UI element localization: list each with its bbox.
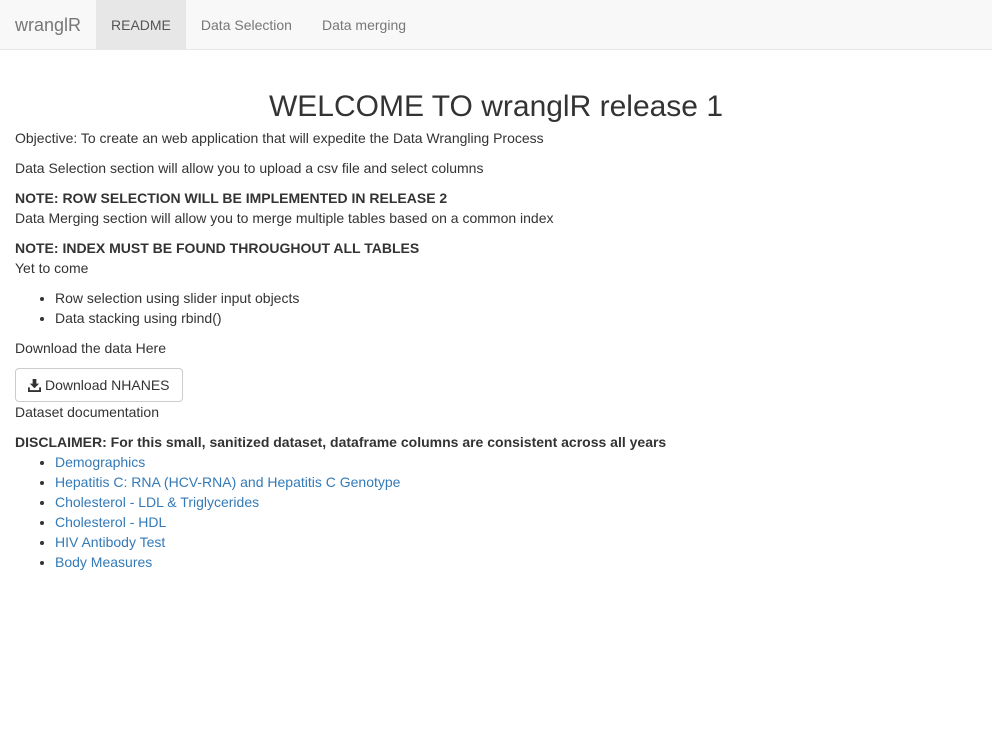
download-button-label: Download NHANES: [45, 377, 170, 393]
list-item: Row selection using slider input objects: [55, 288, 977, 308]
note-row-selection: NOTE: ROW SELECTION WILL BE IMPLEMENTED …: [15, 190, 448, 206]
objective-text: Objective: To create an web application …: [15, 130, 544, 146]
yet-to-come-label: Yet to come: [15, 260, 89, 276]
link-body-measures[interactable]: Body Measures: [55, 554, 152, 570]
disclaimer-text: DISCLAIMER: For this small, sanitized da…: [15, 434, 667, 450]
page-title: WELCOME TO wranglR release 1: [268, 90, 724, 123]
data-selection-text: Data Selection section will allow you to…: [15, 160, 484, 176]
list-item: Body Measures: [55, 552, 977, 572]
list-item: Demographics: [55, 452, 977, 472]
link-cholesterol-hdl[interactable]: Cholesterol - HDL: [55, 514, 166, 530]
link-hiv-antibody[interactable]: HIV Antibody Test: [55, 534, 165, 550]
tab-data-merging[interactable]: Data merging: [307, 0, 421, 50]
link-demographics[interactable]: Demographics: [55, 454, 145, 470]
documentation-links-list: Demographics Hepatitis C: RNA (HCV-RNA) …: [15, 452, 977, 572]
upcoming-features-list: Row selection using slider input objects…: [15, 288, 977, 328]
download-icon: [28, 378, 41, 392]
navbar-tabs: README Data Selection Data merging: [96, 0, 421, 50]
list-item: Data stacking using rbind(): [55, 308, 977, 328]
dataset-documentation-label: Dataset documentation: [15, 404, 159, 420]
readme-content: WELCOME TO wranglR release 1 Objective: …: [15, 51, 977, 572]
navbar-brand[interactable]: wranglR: [15, 0, 81, 50]
navbar: wranglR README Data Selection Data mergi…: [0, 0, 992, 50]
download-text: Download the data Here: [15, 340, 166, 356]
download-nhanes-button[interactable]: Download NHANES: [15, 368, 183, 402]
list-item: Cholesterol - HDL: [55, 512, 977, 532]
list-item: Hepatitis C: RNA (HCV-RNA) and Hepatitis…: [55, 472, 977, 492]
list-item: Cholesterol - LDL & Triglycerides: [55, 492, 977, 512]
tab-readme[interactable]: README: [96, 0, 186, 50]
note-index: NOTE: INDEX MUST BE FOUND THROUGHOUT ALL…: [15, 240, 420, 256]
link-cholesterol-ldl[interactable]: Cholesterol - LDL & Triglycerides: [55, 494, 259, 510]
tab-data-selection[interactable]: Data Selection: [186, 0, 307, 50]
list-item: HIV Antibody Test: [55, 532, 977, 552]
link-hepatitis-c[interactable]: Hepatitis C: RNA (HCV-RNA) and Hepatitis…: [55, 474, 400, 490]
data-merging-text: Data Merging section will allow you to m…: [15, 210, 554, 226]
